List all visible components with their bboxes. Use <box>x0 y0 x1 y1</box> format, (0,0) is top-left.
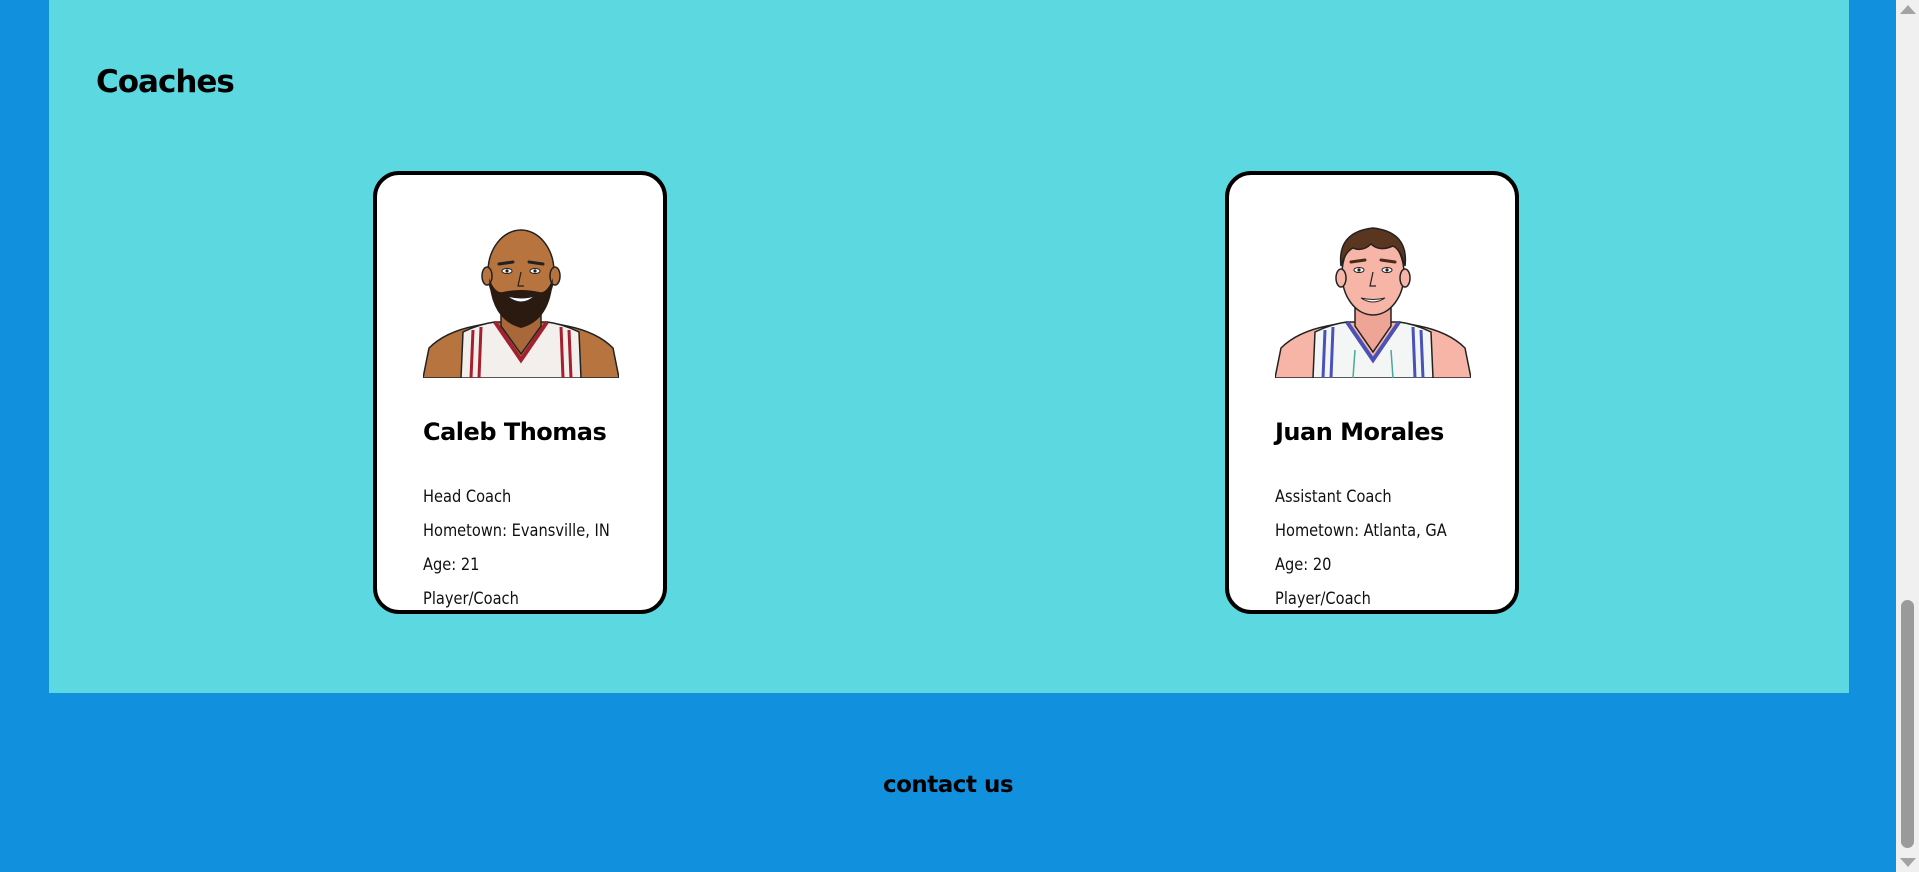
coach-portrait-icon <box>1275 227 1471 378</box>
scroll-up-arrow-icon[interactable] <box>1900 5 1916 14</box>
coach-hometown: Hometown: Evansville, IN <box>423 521 610 541</box>
coach-age: Age: 21 <box>423 555 480 575</box>
coach-age: Age: 20 <box>1275 555 1332 575</box>
coach-hometown: Hometown: Atlanta, GA <box>1275 521 1447 541</box>
coach-type: Player/Coach <box>423 589 519 609</box>
coach-role: Assistant Coach <box>1275 487 1392 507</box>
coach-name: Caleb Thomas <box>423 418 607 446</box>
contact-us-link[interactable]: contact us <box>0 772 1896 798</box>
page-scrollbar[interactable] <box>1896 0 1919 872</box>
section-title: Coaches <box>96 64 235 100</box>
coach-type: Player/Coach <box>1275 589 1371 609</box>
coach-card: Caleb Thomas Head Coach Hometown: Evansv… <box>373 171 667 614</box>
coach-portrait-icon <box>423 229 619 378</box>
coach-name: Juan Morales <box>1275 418 1444 446</box>
coach-card: Juan Morales Assistant Coach Hometown: A… <box>1225 171 1519 614</box>
coach-role: Head Coach <box>423 487 512 507</box>
coaches-section: Coaches Caleb Thomas Head Coach Hometown… <box>49 0 1849 693</box>
scrollbar-thumb[interactable] <box>1901 600 1914 848</box>
scroll-down-arrow-icon[interactable] <box>1900 858 1916 867</box>
